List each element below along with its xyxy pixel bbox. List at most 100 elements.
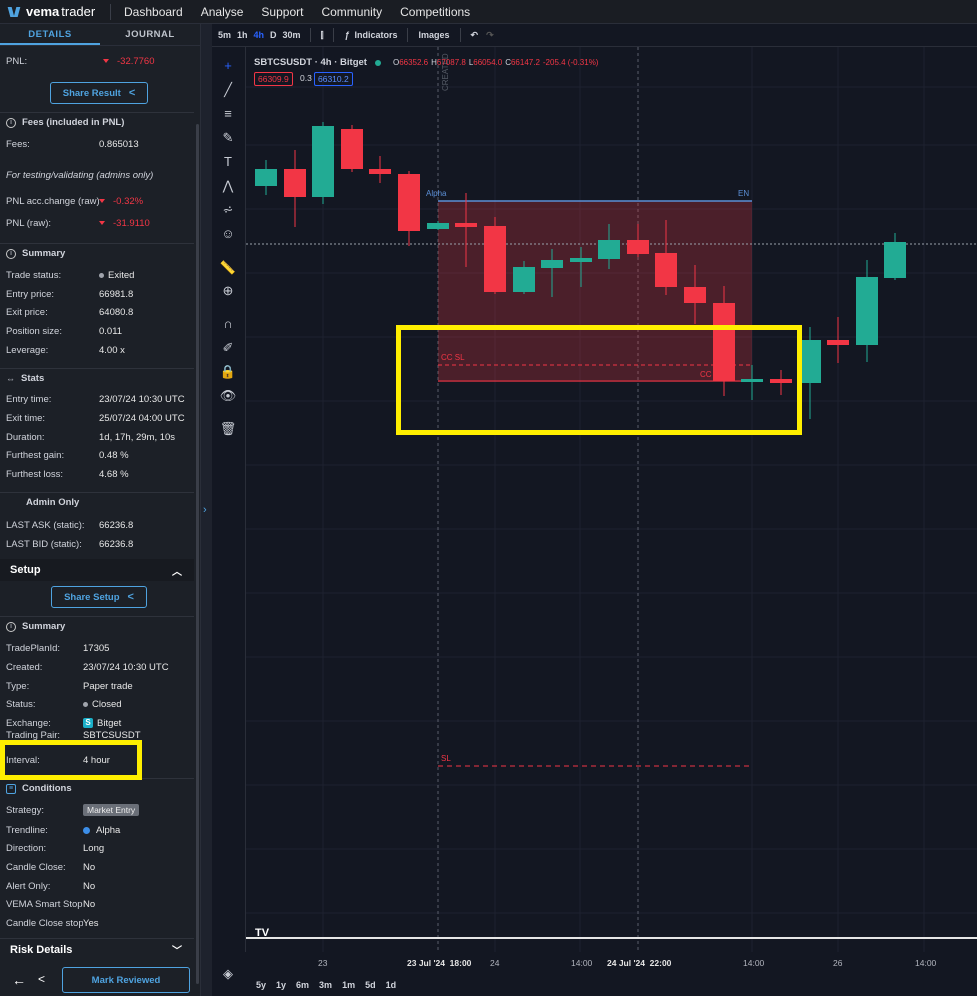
created-row: Created: 23/07/24 10:30 UTC	[6, 661, 169, 673]
panel-tabs: DETAILS JOURNAL	[0, 24, 200, 46]
candle-close-row: Candle Close: No	[6, 861, 96, 873]
ohlc-low: L66054.0	[468, 58, 503, 67]
pattern-icon[interactable]: ⋀	[219, 177, 237, 195]
range-1d[interactable]: 1d	[386, 980, 397, 990]
tab-details[interactable]: DETAILS	[0, 24, 100, 45]
panel-collapse-strip[interactable]: ›	[200, 24, 212, 996]
interval-highlight	[0, 740, 142, 780]
zoom-in-icon[interactable]: ⊕	[219, 282, 237, 300]
nav-community[interactable]: Community	[312, 5, 391, 19]
app-root: vema trader Dashboard Analyse Support Com…	[0, 0, 977, 996]
panel-scrollbar[interactable]	[196, 124, 199, 984]
magnet-icon[interactable]: ∩	[219, 315, 237, 333]
nav-analyse[interactable]: Analyse	[192, 5, 253, 19]
setup-section-header[interactable]: Setup ︿	[0, 559, 194, 581]
x-tick: 24	[490, 958, 500, 968]
candle	[799, 340, 821, 383]
share-setup-button[interactable]: Share Setup <	[51, 586, 147, 608]
text-tool-icon[interactable]: T	[219, 153, 237, 171]
tab-journal[interactable]: JOURNAL	[100, 24, 200, 45]
vema-logo-icon	[8, 5, 22, 19]
nav-support[interactable]: Support	[252, 5, 312, 19]
range-1m[interactable]: 1m	[342, 980, 355, 990]
measure-lines-icon[interactable]: ⩫	[219, 201, 237, 219]
pnl-row: PNL: -32.7760	[6, 52, 194, 70]
exit-time-row: Exit time: 25/07/24 04:00 UTC	[6, 412, 185, 424]
range-6m[interactable]: 6m	[296, 980, 309, 990]
fees-row: Fees: 0.865013	[6, 138, 139, 150]
horizontal-lines-icon[interactable]: ≡	[219, 105, 237, 123]
type-row: Type: Paper trade	[6, 680, 133, 692]
candle	[684, 287, 706, 303]
range-5y[interactable]: 5y	[256, 980, 266, 990]
brush-icon[interactable]: ✎	[219, 129, 237, 147]
candle	[884, 242, 906, 278]
chart-grid	[246, 47, 977, 952]
tradingview-logo[interactable]: TV	[255, 927, 277, 945]
redo-icon[interactable]: ↷	[482, 30, 498, 41]
status-dot-icon	[99, 272, 104, 278]
toolbar-divider	[333, 28, 335, 42]
price-chart[interactable]: CREATED Alpha EN CC SL CC (Exit) SL	[246, 47, 977, 968]
range-1y[interactable]: 1y	[276, 980, 286, 990]
timeframe-1h[interactable]: 1h	[234, 30, 251, 40]
time-axis: 23 23 Jul '24 18:00 24 14:00 24 Jul '24 …	[246, 958, 977, 972]
candle-close-stop-row: Candle Close stop: Yes	[6, 917, 99, 929]
share-icon: <	[127, 591, 134, 603]
range-3m[interactable]: 3m	[319, 980, 332, 990]
x-tick: 26	[833, 958, 843, 968]
share-icon: <	[128, 87, 136, 99]
share-icon[interactable]: <	[38, 972, 45, 986]
last-bid-row: LAST BID (static): 66236.8	[6, 538, 134, 550]
stats-section-header: ⇔ Stats	[0, 368, 194, 388]
crosshair-icon[interactable]: +	[219, 57, 237, 75]
share-result-button[interactable]: Share Result <	[50, 82, 148, 104]
nav-competitions[interactable]: Competitions	[391, 5, 479, 19]
nav-dashboard[interactable]: Dashboard	[115, 5, 192, 19]
lock-drawing-icon[interactable]: ✐	[219, 339, 237, 357]
ruler-icon[interactable]: 📏	[219, 259, 237, 277]
lock-icon[interactable]: 🔒	[219, 363, 237, 381]
eye-icon[interactable]: 👁	[219, 387, 237, 405]
emoji-icon[interactable]: ☺	[219, 225, 237, 243]
undo-icon[interactable]: ↶	[467, 30, 483, 41]
timeframe-30m[interactable]: 30m	[280, 30, 304, 40]
range-5d[interactable]: 5d	[365, 980, 376, 990]
timeframe-d[interactable]: D	[267, 30, 280, 40]
duration-row: Duration: 1d, 17h, 29m, 10s	[6, 431, 176, 443]
chevron-right-icon: ›	[203, 504, 207, 516]
status-dot-icon	[83, 701, 88, 707]
share-setup-label: Share Setup	[64, 591, 120, 603]
sell-price-box[interactable]: 66309.9	[254, 72, 293, 86]
images-button[interactable]: Images	[414, 30, 453, 40]
chart-legend: SBTCSUSDT · 4h · Bitget O66352.6 H67087.…	[254, 57, 601, 68]
candle	[484, 226, 506, 292]
down-arrow-icon	[99, 221, 105, 225]
details-panel: DETAILS JOURNAL PNL: -32.7760 Share Resu…	[0, 24, 200, 996]
exit-price-row: Exit price: 64080.8	[6, 306, 134, 318]
timeframe-5m[interactable]: 5m	[215, 30, 234, 40]
ohlc-high: H67087.8	[431, 58, 466, 67]
mark-reviewed-button[interactable]: Mark Reviewed	[62, 967, 190, 993]
layers-icon[interactable]: ◈	[219, 965, 237, 983]
risk-details-header[interactable]: Risk Details ﹀	[0, 938, 194, 960]
buy-price-box[interactable]: 66310.2	[314, 72, 353, 86]
candle	[398, 174, 420, 231]
timeframe-4h[interactable]: 4h	[251, 30, 268, 40]
chevron-up-icon: ︿	[172, 566, 182, 578]
trendline-color-dot	[83, 826, 90, 834]
ohlc-close: C66147.2	[505, 58, 540, 67]
bitget-icon: S	[83, 718, 93, 728]
chevron-down-icon: ﹀	[172, 946, 182, 957]
indicators-button[interactable]: ƒ Indicators	[340, 30, 401, 40]
strategy-row: Strategy: Market Entry	[6, 801, 194, 819]
trash-icon[interactable]: 🗑	[219, 420, 237, 438]
down-arrow-icon	[99, 199, 105, 203]
toolbar-divider	[459, 28, 461, 42]
exit-zone-highlight	[396, 325, 802, 435]
ohlc-open: O66352.6	[392, 58, 429, 67]
brand-logo[interactable]: vema trader	[0, 0, 110, 24]
candle-type-icon[interactable]: ⫿	[317, 30, 328, 41]
back-arrow-icon[interactable]: ←	[12, 972, 26, 988]
trendline-tool-icon[interactable]: ╱	[219, 81, 237, 99]
